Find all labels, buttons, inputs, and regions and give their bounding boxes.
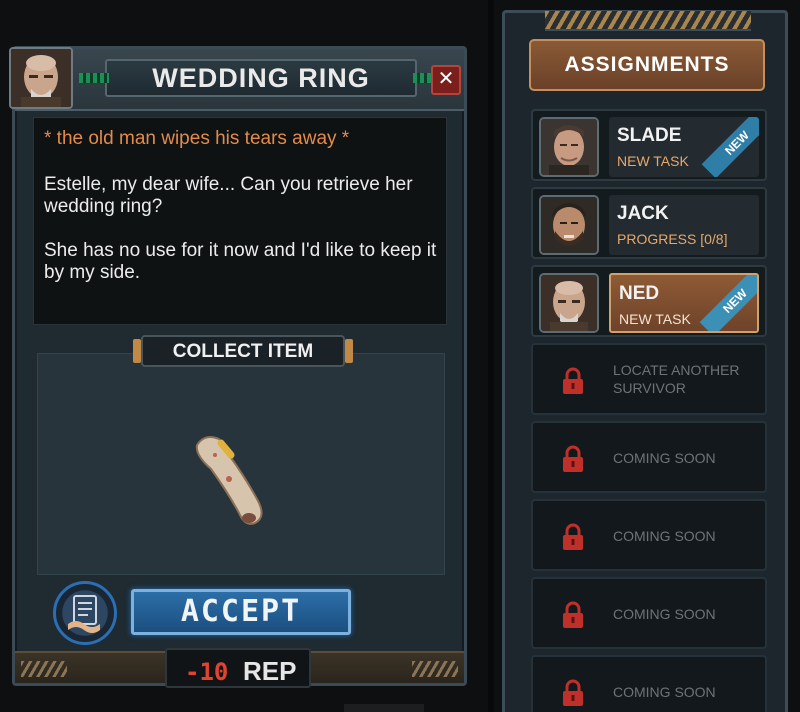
rep-cost-badge: -10 REP [165, 648, 311, 688]
locked-slot: LOCATE ANOTHER SURVIVOR [531, 343, 767, 415]
assignments-header: ASSIGNMENTS [529, 39, 765, 91]
locked-slot: COMING SOON [531, 421, 767, 493]
assignment-row-jack[interactable]: JACK PROGRESS [0/8] [531, 187, 767, 259]
assignment-status: NEW TASK [617, 153, 689, 169]
locked-slot-text: COMING SOON [613, 450, 716, 466]
speech-text: Estelle, my dear wife... Can you retriev… [44, 174, 439, 306]
locked-slot-text: COMING SOON [613, 606, 716, 622]
assignment-info: NED NEW TASK NEW [609, 273, 759, 333]
severed-finger-ring-icon [185, 425, 285, 535]
npc-portrait-ned [9, 47, 73, 109]
speech-line: Estelle, my dear wife... Can you retriev… [44, 174, 413, 217]
rep-cost-value: -10 [185, 658, 229, 686]
contract-icon[interactable] [53, 581, 117, 645]
new-badge: NEW [699, 275, 757, 331]
locked-slot: COMING SOON [531, 577, 767, 649]
assignments-title: ASSIGNMENTS [564, 53, 730, 76]
lock-icon [561, 445, 585, 473]
locked-slot-text: COMING SOON [613, 528, 716, 544]
assignments-list: SLADE NEW TASK NEW JACK PROGRESS [0/8] N… [531, 109, 767, 712]
assignment-name: NED [619, 283, 660, 304]
assignment-name: SLADE [617, 125, 682, 146]
speech-action: * the old man wipes his tears away * [44, 128, 350, 149]
rep-cost-unit: REP [243, 656, 297, 686]
footer-stripes [21, 661, 67, 677]
speech-line: She has no use for it now and I'd like t… [44, 240, 437, 283]
locked-slot: COMING SOON [531, 499, 767, 571]
assignments-panel: ASSIGNMENTS SLADE NEW TASK NEW JACK PROG… [502, 10, 788, 712]
dialog-header: WEDDING RING ✕ [9, 47, 464, 111]
assignment-status: PROGRESS [0/8] [617, 231, 728, 247]
avatar [539, 195, 599, 255]
new-badge: NEW [701, 117, 759, 177]
footer-stripes [412, 661, 458, 677]
speech-box: * the old man wipes his tears away * Est… [33, 117, 447, 325]
collect-item-label-plate: COLLECT ITEM [133, 335, 353, 367]
collect-item-label: COLLECT ITEM [172, 341, 314, 362]
assignment-status: NEW TASK [619, 311, 691, 327]
accept-button[interactable]: ACCEPT [131, 589, 351, 635]
lock-icon [561, 601, 585, 629]
assignment-info: SLADE NEW TASK NEW [609, 117, 759, 177]
locked-slot-text: LOCATE ANOTHER SURVIVOR [613, 362, 740, 396]
lock-icon [561, 367, 585, 395]
panel-top-trim [545, 11, 751, 31]
assignment-row-slade[interactable]: SLADE NEW TASK NEW [531, 109, 767, 181]
bottom-hud-fragment [344, 704, 424, 712]
locked-slot: COMING SOON [531, 655, 767, 712]
lock-icon [561, 523, 585, 551]
lock-icon [561, 679, 585, 707]
panel-divider [488, 0, 494, 712]
dialog-title: WEDDING RING [152, 63, 370, 93]
assignment-name: JACK [617, 203, 669, 224]
locked-slot-text: COMING SOON [613, 684, 716, 700]
avatar [539, 273, 599, 333]
avatar [539, 117, 599, 177]
quest-dialog: WEDDING RING ✕ * the old man wipes his t… [9, 46, 467, 686]
assignment-info: JACK PROGRESS [0/8] [609, 195, 759, 255]
accept-button-label: ACCEPT [180, 594, 302, 629]
assignment-row-ned[interactable]: NED NEW TASK NEW [531, 265, 767, 337]
close-button[interactable]: ✕ [431, 65, 461, 95]
